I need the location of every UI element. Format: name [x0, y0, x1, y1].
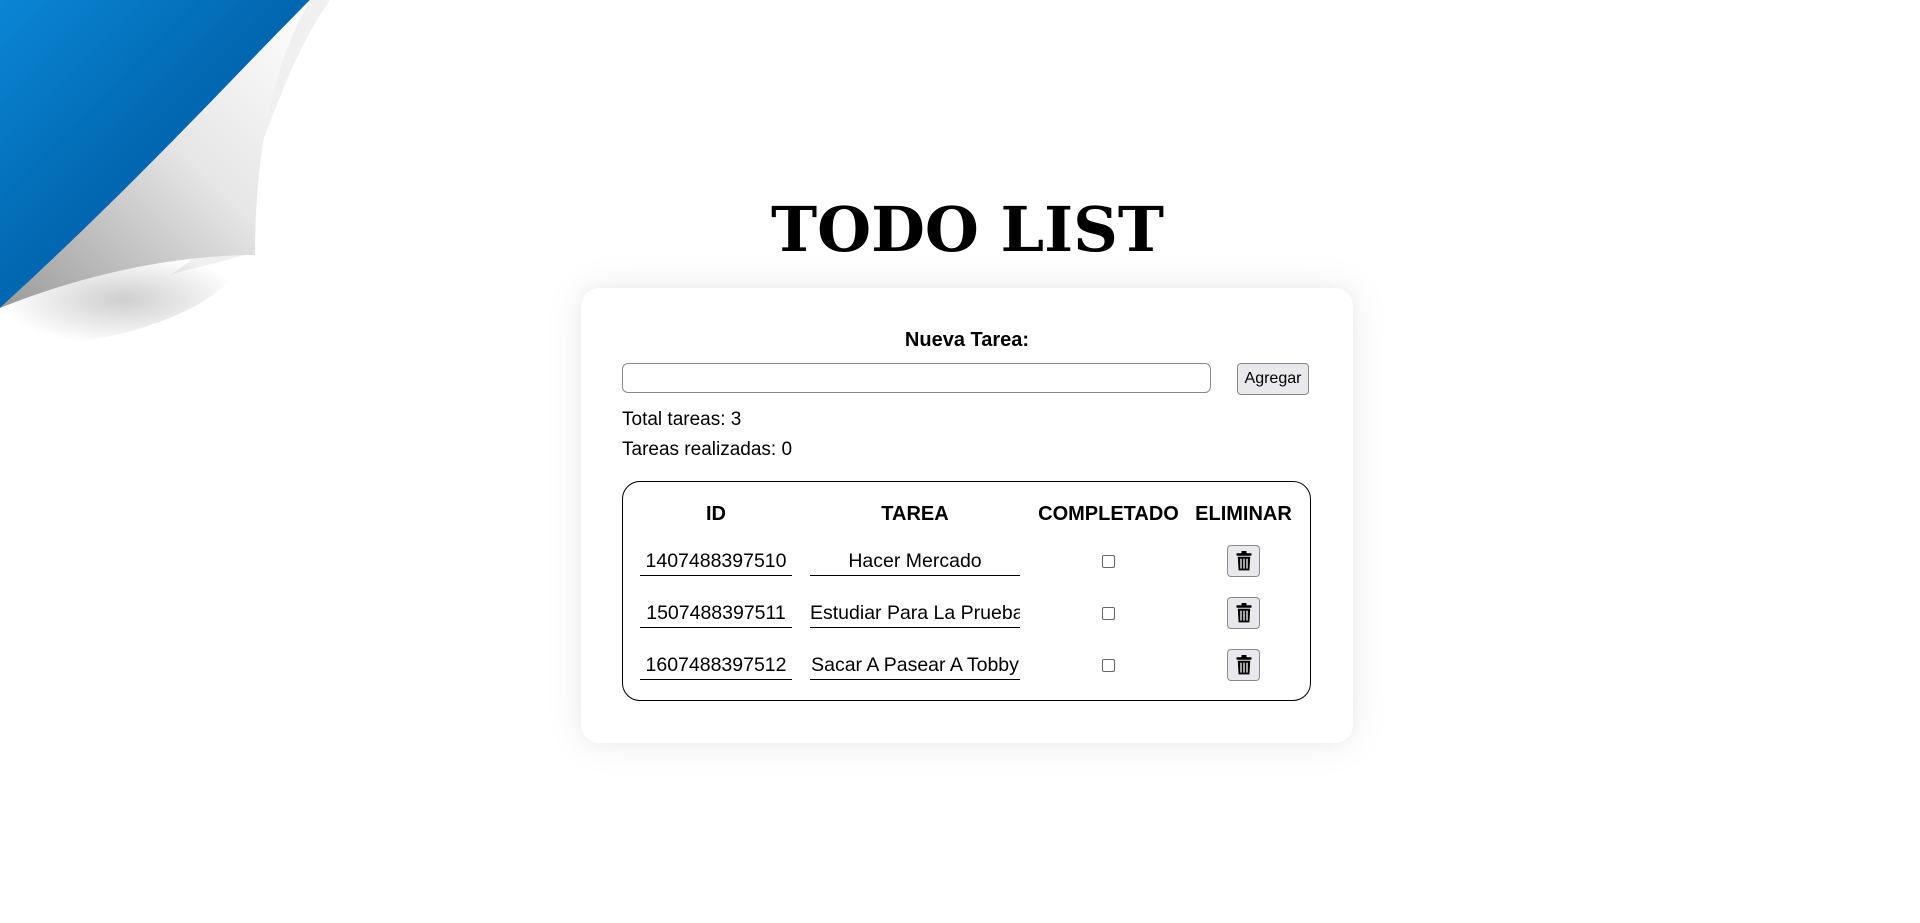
new-task-input[interactable] [622, 363, 1211, 393]
trash-icon [1236, 655, 1251, 675]
task-name: Estudiar Para La Prueba [810, 599, 1020, 628]
delete-task-button[interactable] [1227, 545, 1260, 577]
header-completado: COMPLETADO [1038, 503, 1179, 525]
task-id: 1607488397512 [640, 651, 792, 680]
task-name: Hacer Mercado [810, 547, 1020, 576]
task-id: 1407488397510 [640, 547, 792, 576]
todo-card: Nueva Tarea: Agregar Total tareas: 3 Tar… [581, 288, 1353, 743]
task-id: 1507488397511 [640, 599, 792, 628]
page-curl-decoration [0, 0, 330, 345]
task-completed-checkbox[interactable] [1102, 607, 1115, 620]
table-row: 1607488397512 Sacar A Pasear A Tobby [623, 649, 1312, 693]
page: TODO LIST Nueva Tarea: Agregar Total tar… [0, 0, 1920, 923]
table-row: 1507488397511 Estudiar Para La Prueba [623, 597, 1312, 641]
header-tarea: TAREA [881, 503, 949, 525]
task-completed-checkbox[interactable] [1102, 659, 1115, 672]
add-task-button[interactable]: Agregar [1237, 363, 1309, 395]
trash-icon [1236, 603, 1251, 623]
page-title: TODO LIST [770, 193, 1164, 266]
total-tasks-text: Total tareas: 3 [622, 409, 742, 430]
new-task-label: Nueva Tarea: [904, 329, 1030, 351]
table-row: 1407488397510 Hacer Mercado [623, 545, 1312, 589]
delete-task-button[interactable] [1227, 597, 1260, 629]
completed-tasks-text: Tareas realizadas: 0 [622, 439, 793, 460]
delete-task-button[interactable] [1227, 649, 1260, 681]
header-id: ID [706, 503, 726, 525]
header-eliminar: ELIMINAR [1195, 503, 1292, 525]
task-name: Sacar A Pasear A Tobby [810, 651, 1020, 680]
task-completed-checkbox[interactable] [1102, 555, 1115, 568]
trash-icon [1236, 551, 1251, 571]
tasks-table: ID TAREA COMPLETADO ELIMINAR 14074883975… [622, 481, 1311, 701]
